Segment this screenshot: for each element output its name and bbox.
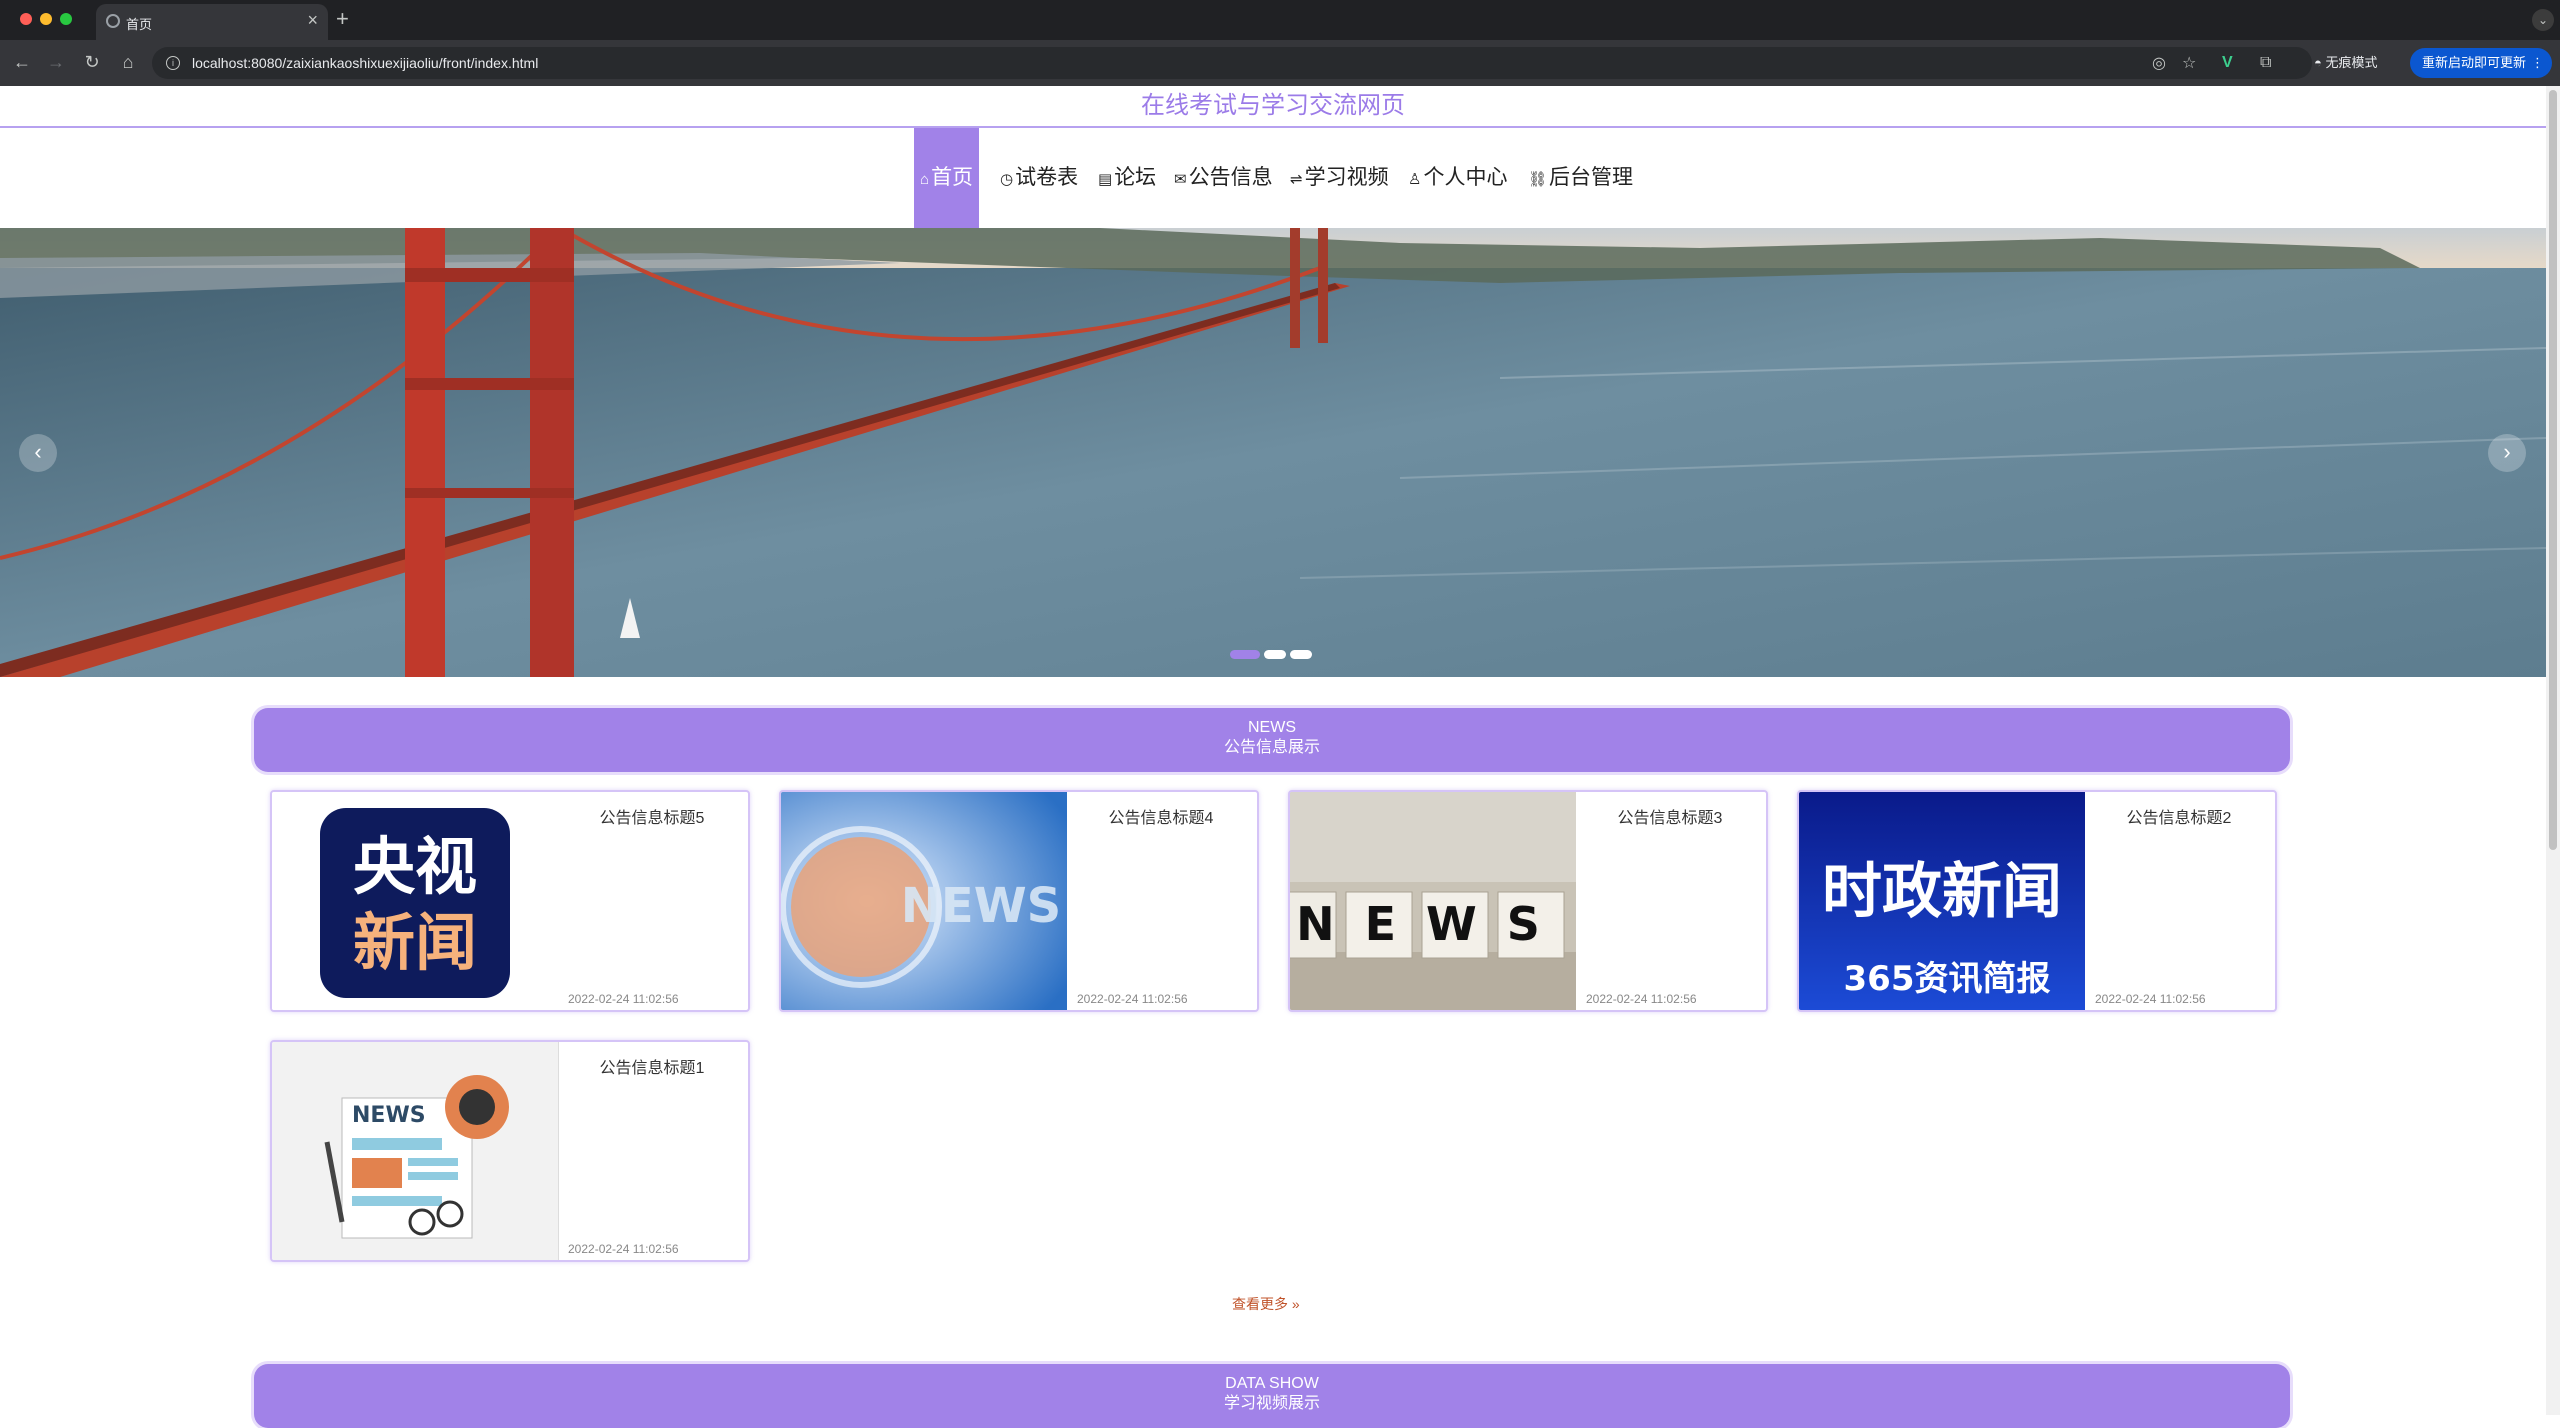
view-more-link[interactable]: 查看更多 » [1232, 1294, 1300, 1314]
browser-tab[interactable]: 首页 × [96, 4, 328, 40]
news-card-time: 2022-02-24 11:02:56 [1586, 992, 1697, 1006]
image-text: NEWS [1296, 897, 1570, 951]
nav-item-videos[interactable]: ⇌学习视频 [1290, 128, 1389, 228]
nav-label: 试卷表 [1015, 166, 1079, 189]
news-card-title[interactable]: 公告信息标题5 [572, 804, 732, 828]
incognito-indicator[interactable]: ◓ 无痕模式 [2304, 48, 2387, 78]
tab-search-chevron-icon[interactable]: ⌄ [2532, 9, 2554, 31]
nav-label: 后台管理 [1549, 166, 1634, 189]
browser-toolbar: ← → ↻ ⌂ i localhost:8080/zaixiankaoshixu… [0, 40, 2560, 86]
nav-item-profile[interactable]: ♙个人中心 [1408, 128, 1507, 228]
url-text: localhost:8080/zaixiankaoshixuexijiaoliu… [192, 55, 539, 71]
data-section-title-en: DATA SHOW [1225, 1375, 1319, 1392]
nav-item-forum[interactable]: ▤论坛 [1098, 128, 1156, 228]
news-card-title[interactable]: 公告信息标题1 [572, 1054, 732, 1078]
nav-label: 学习视频 [1304, 166, 1389, 189]
mail-icon: ✉ [1174, 171, 1187, 188]
minimize-window-button[interactable] [40, 13, 52, 25]
news-card-image: NEWS [1290, 792, 1576, 1010]
news-card-title[interactable]: 公告信息标题3 [1590, 804, 1750, 828]
sliders-icon: ⇌ [1290, 171, 1303, 188]
browser-tab-bar: 首页 × + ⌄ [0, 0, 2560, 40]
news-card[interactable]: NEWS 公告信息标题1 2022-02-24 11:02:56 [270, 1040, 750, 1262]
news-card-image: 时政新闻 365资讯简报 [1799, 792, 2085, 1010]
nav-label: 公告信息 [1188, 166, 1273, 189]
nav-item-admin[interactable]: ⛓后台管理 [1528, 128, 1633, 228]
reload-button[interactable]: ↻ [80, 50, 104, 74]
incognito-label: 无痕模式 [2325, 55, 2378, 70]
nav-label: 论坛 [1114, 166, 1157, 189]
news-card-image: NEWS [781, 792, 1067, 1010]
image-text: 央视 [353, 830, 477, 903]
incognito-icon: ◓ [2314, 55, 2326, 70]
nav-item-notices[interactable]: ✉公告信息 [1174, 128, 1273, 228]
news-card-time: 2022-02-24 11:02:56 [2095, 992, 2206, 1006]
news-card-title[interactable]: 公告信息标题4 [1081, 804, 1241, 828]
image-text: 时政新闻 [1822, 857, 2062, 927]
tab-title: 首页 [126, 17, 153, 32]
more-vert-icon[interactable]: ⋮ [2531, 48, 2544, 78]
news-card[interactable]: NEWS 公告信息标题3 2022-02-24 11:02:56 [1288, 790, 1768, 1012]
carousel-dot-3[interactable] [1290, 650, 1312, 659]
carousel-next-button[interactable]: › [2488, 434, 2526, 472]
document-icon: ▤ [1098, 171, 1113, 188]
close-tab-icon[interactable]: × [307, 10, 318, 30]
carousel-dot-2[interactable] [1264, 650, 1286, 659]
nav-item-home[interactable]: ⌂首页 [914, 128, 980, 228]
data-section-header: DATA SHOW 学习视频展示 [254, 1364, 2290, 1428]
news-card-time: 2022-02-24 11:02:56 [1077, 992, 1188, 1006]
news-card-time: 2022-02-24 11:02:56 [568, 1242, 679, 1256]
nav-item-papers[interactable]: ◷试卷表 [1000, 128, 1078, 228]
carousel-prev-button[interactable]: ‹ [19, 434, 57, 472]
image-text: 新闻 [353, 906, 477, 979]
nav-label: 个人中心 [1423, 166, 1508, 189]
news-card-image: 央视 新闻 [272, 792, 558, 1010]
news-card-image: NEWS [272, 1042, 559, 1260]
banner-carousel[interactable]: ‹ › [0, 228, 2546, 677]
carousel-indicators [1230, 646, 1316, 659]
bridge-photo [0, 228, 2546, 677]
image-text: 365资讯简报 [1844, 959, 2051, 999]
address-bar[interactable]: i localhost:8080/zaixiankaoshixuexijiaol… [152, 47, 2312, 79]
extensions-icon[interactable]: ⧉ [2260, 54, 2271, 72]
news-section-title-cn: 公告信息展示 [1223, 739, 1320, 756]
news-card-title[interactable]: 公告信息标题2 [2099, 804, 2259, 828]
link-icon: ⛓ [1528, 171, 1548, 188]
news-card[interactable]: 央视 新闻 公告信息标题5 2022-02-24 11:02:56 [270, 790, 750, 1012]
carousel-dot-1[interactable] [1230, 650, 1260, 659]
eye-off-icon[interactable]: ◎ [2152, 53, 2166, 73]
bookmark-star-icon[interactable]: ☆ [2182, 53, 2196, 73]
news-section-title-en: NEWS [1248, 719, 1296, 736]
page-scrollbar[interactable] [2546, 86, 2560, 1415]
data-section-title-cn: 学习视频展示 [1223, 1395, 1320, 1412]
site-header: 在线考试与学习交流网页 [0, 86, 2546, 128]
home-icon: ⌂ [920, 171, 930, 188]
news-section-header: NEWS 公告信息展示 [254, 708, 2290, 772]
back-button[interactable]: ← [10, 50, 34, 74]
news-card-time: 2022-02-24 11:02:56 [568, 992, 679, 1006]
scrollbar-thumb[interactable] [2549, 90, 2557, 850]
new-tab-button[interactable]: + [336, 6, 349, 32]
maximize-window-button[interactable] [60, 13, 72, 25]
home-button[interactable]: ⌂ [116, 50, 140, 74]
news-card[interactable]: 时政新闻 365资讯简报 公告信息标题2 2022-02-24 11:02:56 [1797, 790, 2277, 1012]
update-button[interactable]: 重新启动即可更新 ⋮ [2410, 48, 2553, 78]
vue-devtools-icon[interactable]: V [2222, 54, 2233, 72]
close-window-button[interactable] [20, 13, 32, 25]
site-info-icon[interactable]: i [166, 56, 180, 70]
clock-icon: ◷ [1000, 171, 1014, 188]
news-card[interactable]: NEWS 公告信息标题4 2022-02-24 11:02:56 [779, 790, 1259, 1012]
image-text: NEWS [352, 1103, 426, 1128]
image-text: NEWS [901, 878, 1061, 934]
user-icon: ♙ [1408, 171, 1422, 188]
site-title: 在线考试与学习交流网页 [1141, 92, 1405, 119]
main-nav: ⌂首页 ◷试卷表 ▤论坛 ✉公告信息 ⇌学习视频 ♙个人中心 ⛓后台管理 [0, 128, 2546, 228]
nav-label: 首页 [931, 166, 974, 189]
view-more-label: 查看更多 [1232, 1296, 1288, 1312]
forward-button[interactable]: → [44, 50, 68, 74]
globe-icon [106, 14, 120, 28]
update-label: 重新启动即可更新 [2422, 55, 2527, 70]
double-chevron-right-icon: » [1291, 1296, 1300, 1312]
